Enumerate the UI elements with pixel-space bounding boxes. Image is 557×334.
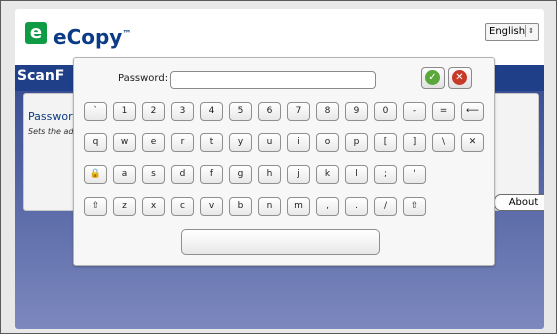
key[interactable]: k [316, 165, 339, 184]
cancel-button[interactable]: ✕ [448, 67, 472, 89]
key[interactable]: \ [432, 133, 455, 152]
key[interactable]: ⇧ [403, 197, 426, 216]
key[interactable]: t [200, 133, 223, 152]
key[interactable]: m [287, 197, 310, 216]
key[interactable]: r [171, 133, 194, 152]
key[interactable]: c [171, 197, 194, 216]
key[interactable]: q [84, 133, 107, 152]
ok-button[interactable]: ✓ [421, 67, 445, 89]
key[interactable]: 7 [287, 102, 310, 121]
key[interactable]: / [374, 197, 397, 216]
about-button[interactable]: About [494, 194, 544, 211]
key[interactable]: 9 [345, 102, 368, 121]
key[interactable]: p [345, 133, 368, 152]
key[interactable]: ' [403, 165, 426, 184]
space-key[interactable] [181, 229, 380, 255]
key[interactable]: 3 [171, 102, 194, 121]
key[interactable]: 4 [200, 102, 223, 121]
key[interactable]: ] [403, 133, 426, 152]
language-select[interactable]: English ⇕ [485, 23, 539, 41]
key[interactable]: g [229, 165, 252, 184]
key[interactable]: l [345, 165, 368, 184]
ecopy-logo-text: eCopy™ [53, 25, 132, 49]
password-label: Password: [118, 73, 169, 84]
key[interactable]: i [287, 133, 310, 152]
key[interactable]: ⇧ [84, 197, 107, 216]
key[interactable]: j [287, 165, 310, 184]
key[interactable]: v [200, 197, 223, 216]
key[interactable]: , [316, 197, 339, 216]
key[interactable]: [ [374, 133, 397, 152]
key[interactable]: 5 [229, 102, 252, 121]
onscreen-keyboard-dialog: Password: ✓ ✕ ` 1 2 3 4 5 6 7 8 9 0- = ⟵ q w e r t y u i o p []… [73, 57, 495, 266]
key[interactable]: u [258, 133, 281, 152]
card-subtitle: Sets the ad [28, 127, 74, 136]
key[interactable]: o [316, 133, 339, 152]
key[interactable]: e [142, 133, 165, 152]
key[interactable]: = [432, 102, 455, 121]
key[interactable]: ✕ [461, 133, 484, 152]
key[interactable]: 8 [316, 102, 339, 121]
key[interactable]: a [113, 165, 136, 184]
password-input[interactable] [170, 71, 376, 89]
key[interactable]: 6 [258, 102, 281, 121]
key[interactable]: y [229, 133, 252, 152]
key[interactable]: 🔒 [84, 165, 107, 184]
key[interactable]: 2 [142, 102, 165, 121]
key[interactable]: s [142, 165, 165, 184]
key[interactable]: . [345, 197, 368, 216]
chevron-updown-icon: ⇕ [525, 25, 536, 37]
key[interactable]: w [113, 133, 136, 152]
key[interactable]: ; [374, 165, 397, 184]
ecopy-logo-icon: e [25, 22, 47, 44]
key[interactable]: ⟵ [461, 102, 484, 121]
key[interactable]: - [403, 102, 426, 121]
key[interactable]: b [229, 197, 252, 216]
key[interactable]: d [171, 165, 194, 184]
header-title: ScanF [17, 68, 65, 84]
card-title: Passwor [28, 110, 73, 123]
key[interactable]: ` [84, 102, 107, 121]
key[interactable]: 1 [113, 102, 136, 121]
key[interactable]: h [258, 165, 281, 184]
key[interactable]: f [200, 165, 223, 184]
key[interactable]: n [258, 197, 281, 216]
key[interactable]: 0 [374, 102, 397, 121]
key[interactable]: z [113, 197, 136, 216]
close-icon: ✕ [452, 70, 467, 85]
checkmark-icon: ✓ [425, 70, 440, 85]
window-frame: e eCopy™ English ⇕ ScanF Passwor Sets th… [0, 0, 557, 334]
key[interactable]: x [142, 197, 165, 216]
